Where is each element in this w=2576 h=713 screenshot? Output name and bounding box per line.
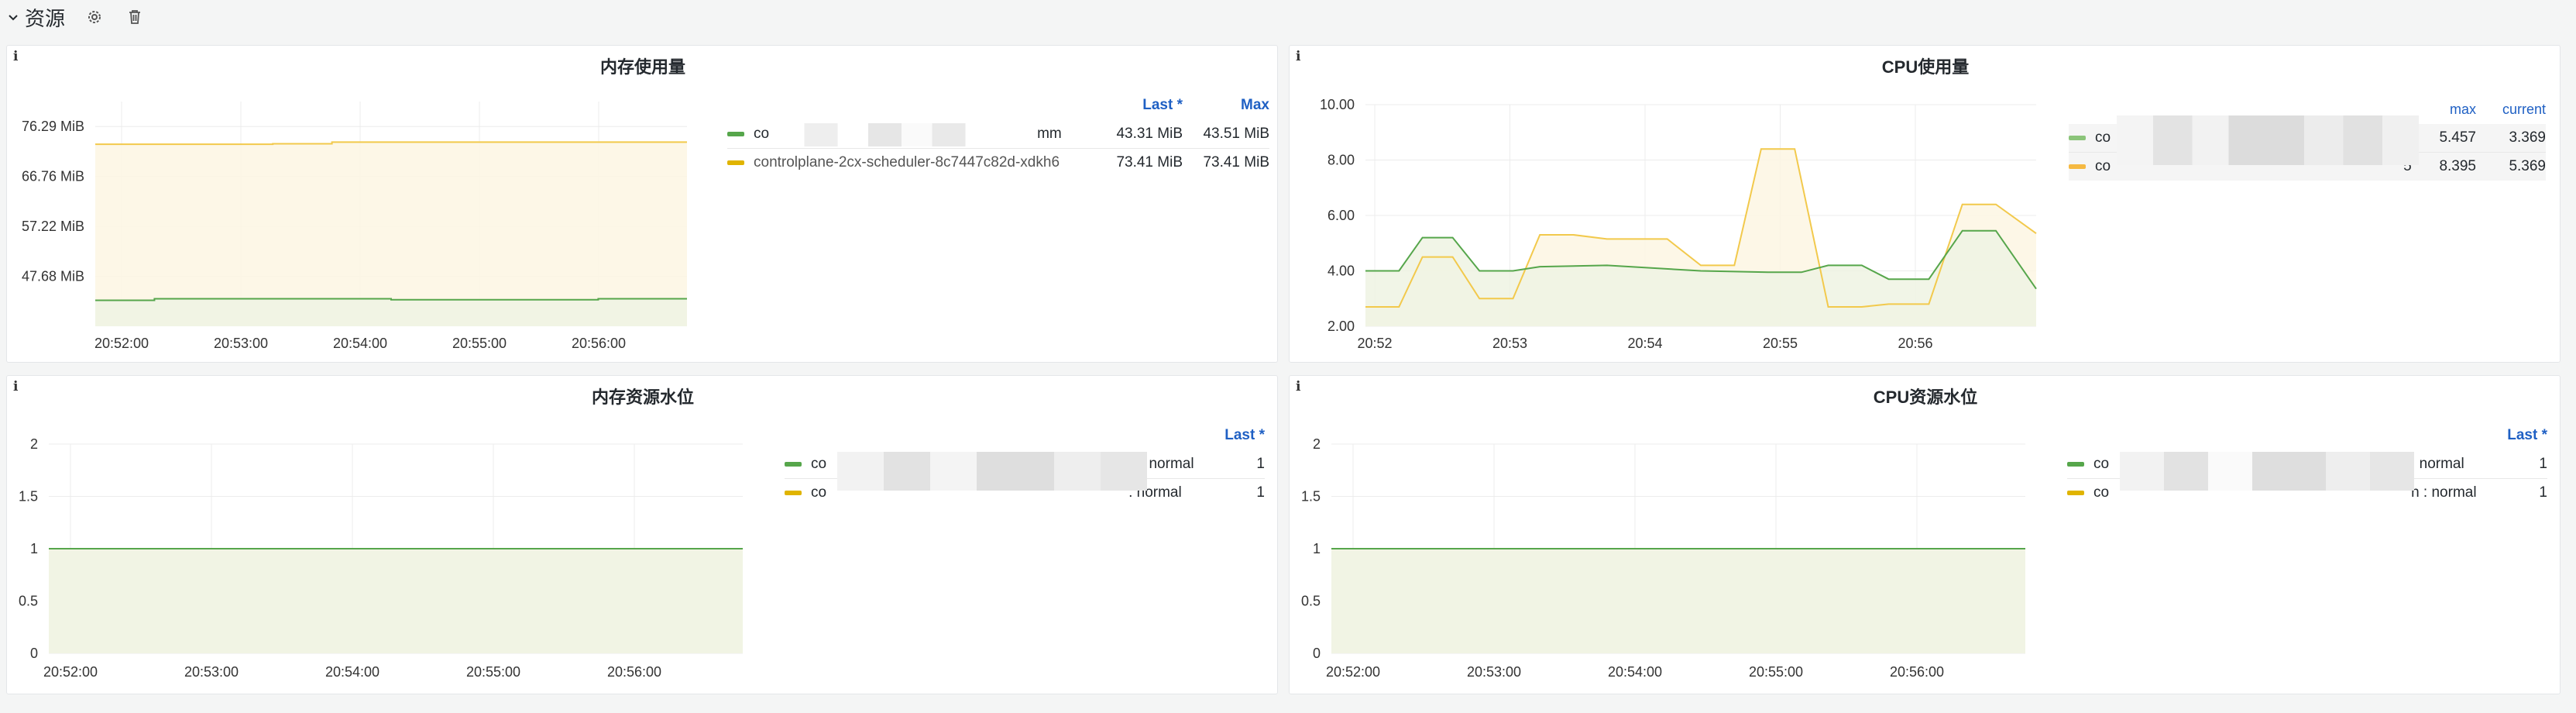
redacted-mask [837,452,1147,491]
y-tick-label: 1.5 [19,489,38,505]
trash-icon[interactable] [122,5,147,29]
x-tick-label: 20:53:00 [214,336,268,351]
cpu-level-chart: 0 0.5 1 1.5 2 20:52:00 20:53:00 20:54:00 20:55:0… [1301,436,2025,680]
y-tick-label: 2.00 [1327,319,1355,334]
x-tick-label: 20:56 [1898,336,1932,351]
chevron-down-icon[interactable] [8,11,19,27]
legend: Last * co n : normal 1 co: normal 1 [785,427,1265,507]
x-tick-label: 20:56:00 [572,336,626,351]
legend-value: 43.51 MiB [1203,126,1269,142]
y-tick-label: 76.29 MiB [22,119,84,134]
legend-header[interactable]: max [2422,102,2476,124]
x-tick-label: 20:52:00 [43,664,98,680]
panel-memory-level: i 内存资源水位 0 0.5 1 1.5 2 20:52:00 20:53:00 20:54:… [6,375,1278,694]
x-tick-label: 20:53:00 [184,664,239,680]
legend: max current con 5.457 3.369 co5 8.395 5.… [2069,102,2546,181]
legend-label-end: : normal [2411,456,2464,472]
y-tick-label: 57.22 MiB [22,219,84,234]
gear-icon[interactable] [82,5,107,29]
legend-value: 43.31 MiB [1116,126,1183,142]
y-tick-label: 1 [30,541,38,556]
x-tick-label: 20:55:00 [1749,664,1803,680]
y-tick-label: 4.00 [1327,264,1355,279]
y-tick-label: 2 [1313,436,1321,452]
y-tick-label: 2 [30,436,38,452]
x-tick-label: 20:56:00 [1890,664,1944,680]
legend-header[interactable]: Last * [2477,427,2547,450]
x-tick-label: 20:53 [1492,336,1527,351]
row-title[interactable]: 资源 [25,3,65,32]
legend-value: 3.369 [2509,129,2546,146]
legend-value: 8.395 [2422,152,2476,181]
x-tick-label: 20:56:00 [607,664,661,680]
legend-label: co [811,484,827,501]
legend-value: 1 [1256,456,1265,472]
legend-swatch [2069,164,2086,169]
legend-label: co [2093,484,2110,501]
legend-value: 1 [2476,478,2547,507]
x-tick-label: 20:55 [1763,336,1798,351]
x-tick-label: 20:54:00 [333,336,387,351]
y-tick-label: 47.68 MiB [22,269,84,284]
x-tick-label: 20:52 [1357,336,1392,351]
x-tick-label: 20:54 [1627,336,1662,351]
panel-cpu-usage: i CPU使用量 2.00 4.00 6.00 8.00 10.00 20:52 20:53… [1289,45,2561,363]
y-tick-label: 0 [1313,646,1321,661]
legend-swatch [727,131,744,136]
y-tick-label: 0.5 [1301,594,1321,609]
legend-swatch [785,461,802,467]
redacted-mask [774,123,1029,164]
x-tick-label: 20:54:00 [1608,664,1662,680]
legend-value: 1 [1194,478,1265,507]
legend-swatch [2067,490,2084,495]
x-tick-label: 20:52:00 [94,336,149,351]
y-tick-label: 66.76 MiB [22,169,84,184]
legend-header[interactable]: Max [1183,97,1269,120]
legend-swatch [727,160,744,165]
legend-header[interactable]: current [2476,102,2546,124]
legend-value: 73.41 MiB [1090,148,1183,177]
y-tick-label: 6.00 [1327,208,1355,223]
row-header: 资源 [0,0,2576,34]
legend-label: co [811,456,827,472]
legend-swatch [2069,135,2086,140]
legend-label: co [2095,158,2111,174]
cpu-usage-chart: 2.00 4.00 6.00 8.00 10.00 20:52 20:53 20:54 20:5… [1320,97,2037,351]
memory-usage-chart: 47.68 MiB 57.22 MiB 66.76 MiB 76.29 MiB 20:5… [22,102,687,351]
legend: Last * co : normal 1 co n : normal 1 [2067,427,2547,507]
panel-cpu-level: i CPU资源水位 0 0.5 1 1.5 2 20:52:00 20:53:00 20:54… [1289,375,2561,694]
legend-label: co [754,126,770,142]
x-tick-label: 20:52:00 [1326,664,1380,680]
y-tick-label: 10.00 [1320,97,1355,112]
legend-header[interactable]: Last * [1090,97,1183,120]
y-tick-label: 0 [30,646,38,661]
legend-value: 1 [2539,456,2547,472]
legend-label: co [2095,129,2111,146]
y-tick-label: 0.5 [19,594,38,609]
legend-value: 5.457 [2439,129,2476,146]
legend-header[interactable]: Last * [1194,427,1265,450]
y-tick-label: 8.00 [1327,153,1355,168]
redacted-mask [2120,452,2414,491]
redacted-mask [2117,115,2419,165]
legend-value: 5.369 [2476,152,2546,181]
legend: Last * Max co mm 43.31 MiB 43.51 MiB cont… [727,97,1269,177]
y-tick-label: 1.5 [1301,489,1321,505]
x-tick-label: 20:55:00 [452,336,507,351]
series-area-green [95,298,687,326]
legend-label-end: n : normal [2411,484,2477,501]
y-tick-label: 1 [1313,541,1321,556]
legend-label: co [2093,456,2110,472]
series-area-green [1331,549,2025,653]
panel-memory-usage: i 内存使用量 47.68 MiB 57.22 MiB 66.76 MiB 76.29… [6,45,1278,363]
x-tick-label: 20:53:00 [1467,664,1521,680]
x-tick-label: 20:54:00 [325,664,380,680]
legend-swatch [2067,461,2084,467]
legend-swatch [785,490,802,495]
x-tick-label: 20:55:00 [466,664,520,680]
legend-label-end: mm [1037,126,1062,142]
legend-value: 73.41 MiB [1183,148,1269,177]
memory-level-chart: 0 0.5 1 1.5 2 20:52:00 20:53:00 20:54:00 20:55:0… [19,436,743,680]
series-area-green [49,549,743,653]
